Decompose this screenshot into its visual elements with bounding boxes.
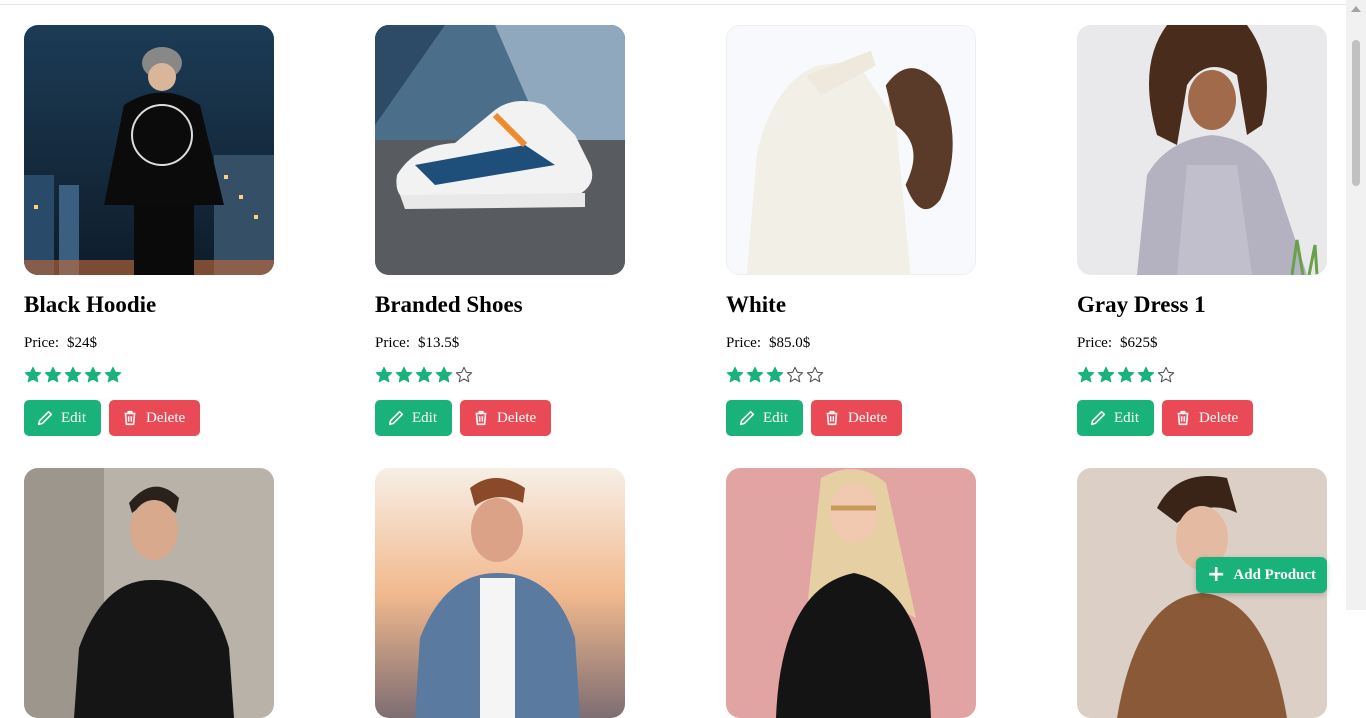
product-price: Price: $85.0$ <box>726 334 976 352</box>
rating-stars <box>1077 366 1327 386</box>
star-empty-icon <box>1157 366 1175 383</box>
star-filled-icon <box>1117 366 1135 383</box>
edit-label: Edit <box>61 409 86 426</box>
rating-stars <box>726 366 976 386</box>
scroll-up-arrow-icon[interactable] <box>1351 6 1361 12</box>
product-image <box>726 25 976 275</box>
delete-label: Delete <box>1199 409 1239 426</box>
product-price: Price: $24$ <box>24 334 274 352</box>
add-product-label: Add Product <box>1233 566 1317 583</box>
star-filled-icon <box>1077 366 1095 383</box>
pencil-icon <box>1090 410 1106 426</box>
product-image <box>1077 468 1327 718</box>
edit-button[interactable]: Edit <box>375 400 452 436</box>
product-title: Black Hoodie <box>24 292 157 317</box>
product-title: Branded Shoes <box>375 292 523 317</box>
add-product-button[interactable]: + Add Product <box>1196 557 1327 593</box>
product-image <box>1077 25 1327 275</box>
star-filled-icon <box>435 366 453 383</box>
product-card <box>24 468 274 718</box>
star-filled-icon <box>395 366 413 383</box>
product-image <box>375 468 625 718</box>
edit-button[interactable]: Edit <box>1077 400 1154 436</box>
rating-stars <box>24 366 274 386</box>
scrollbar-thumb[interactable] <box>1352 40 1360 186</box>
delete-button[interactable]: Delete <box>1162 400 1253 436</box>
card-actions: Edit Delete <box>726 400 976 436</box>
star-filled-icon <box>64 366 82 383</box>
price-label: Price: <box>24 335 59 351</box>
star-filled-icon <box>746 366 764 383</box>
edit-button[interactable]: Edit <box>726 400 803 436</box>
star-filled-icon <box>84 366 102 383</box>
price-label: Price: <box>1077 335 1112 351</box>
price-value: $625$ <box>1120 335 1158 351</box>
product-image <box>24 468 274 718</box>
pencil-icon <box>739 410 755 426</box>
trash-icon <box>1177 410 1189 426</box>
delete-button[interactable]: Delete <box>811 400 902 436</box>
edit-label: Edit <box>1114 409 1139 426</box>
trash-icon <box>475 410 487 426</box>
star-filled-icon <box>375 366 393 383</box>
pencil-icon <box>37 410 53 426</box>
price-label: Price: <box>726 335 761 351</box>
star-filled-icon <box>104 366 122 383</box>
product-title: Gray Dress 1 <box>1077 292 1206 317</box>
star-filled-icon <box>44 366 62 383</box>
price-value: $85.0$ <box>769 335 811 351</box>
product-title: White <box>726 292 787 317</box>
product-card <box>1077 468 1327 718</box>
delete-label: Delete <box>848 409 888 426</box>
delete-button[interactable]: Delete <box>109 400 200 436</box>
product-card: Black Hoodie Price: $24$ Edit Delete <box>24 25 274 436</box>
product-card <box>726 468 976 718</box>
trash-icon <box>124 410 136 426</box>
product-grid: Black Hoodie Price: $24$ Edit Delete Bra… <box>0 0 1346 718</box>
card-actions: Edit Delete <box>375 400 625 436</box>
product-price: Price: $625$ <box>1077 334 1327 352</box>
product-card: Gray Dress 1 Price: $625$ Edit Delete <box>1077 25 1327 436</box>
product-price: Price: $13.5$ <box>375 334 625 352</box>
star-filled-icon <box>1137 366 1155 383</box>
product-card <box>375 468 625 718</box>
edit-label: Edit <box>763 409 788 426</box>
product-card: White Price: $85.0$ Edit Delete <box>726 25 976 436</box>
price-value: $13.5$ <box>418 335 460 351</box>
trash-icon <box>826 410 838 426</box>
product-image <box>375 25 625 275</box>
star-empty-icon <box>455 366 473 383</box>
rating-stars <box>375 366 625 386</box>
star-filled-icon <box>1097 366 1115 383</box>
price-label: Price: <box>375 335 410 351</box>
delete-label: Delete <box>497 409 537 426</box>
plus-icon: + <box>1206 562 1226 587</box>
delete-button[interactable]: Delete <box>460 400 551 436</box>
product-image <box>726 468 976 718</box>
star-filled-icon <box>415 366 433 383</box>
product-card: Branded Shoes Price: $13.5$ Edit Delete <box>375 25 625 436</box>
price-value: $24$ <box>67 335 97 351</box>
card-actions: Edit Delete <box>24 400 274 436</box>
edit-button[interactable]: Edit <box>24 400 101 436</box>
star-empty-icon <box>806 366 824 383</box>
star-filled-icon <box>24 366 42 383</box>
delete-label: Delete <box>146 409 186 426</box>
product-image <box>24 25 274 275</box>
star-filled-icon <box>726 366 744 383</box>
vertical-scrollbar[interactable] <box>1346 0 1366 610</box>
card-actions: Edit Delete <box>1077 400 1327 436</box>
star-empty-icon <box>786 366 804 383</box>
edit-label: Edit <box>412 409 437 426</box>
star-filled-icon <box>766 366 784 383</box>
pencil-icon <box>388 410 404 426</box>
